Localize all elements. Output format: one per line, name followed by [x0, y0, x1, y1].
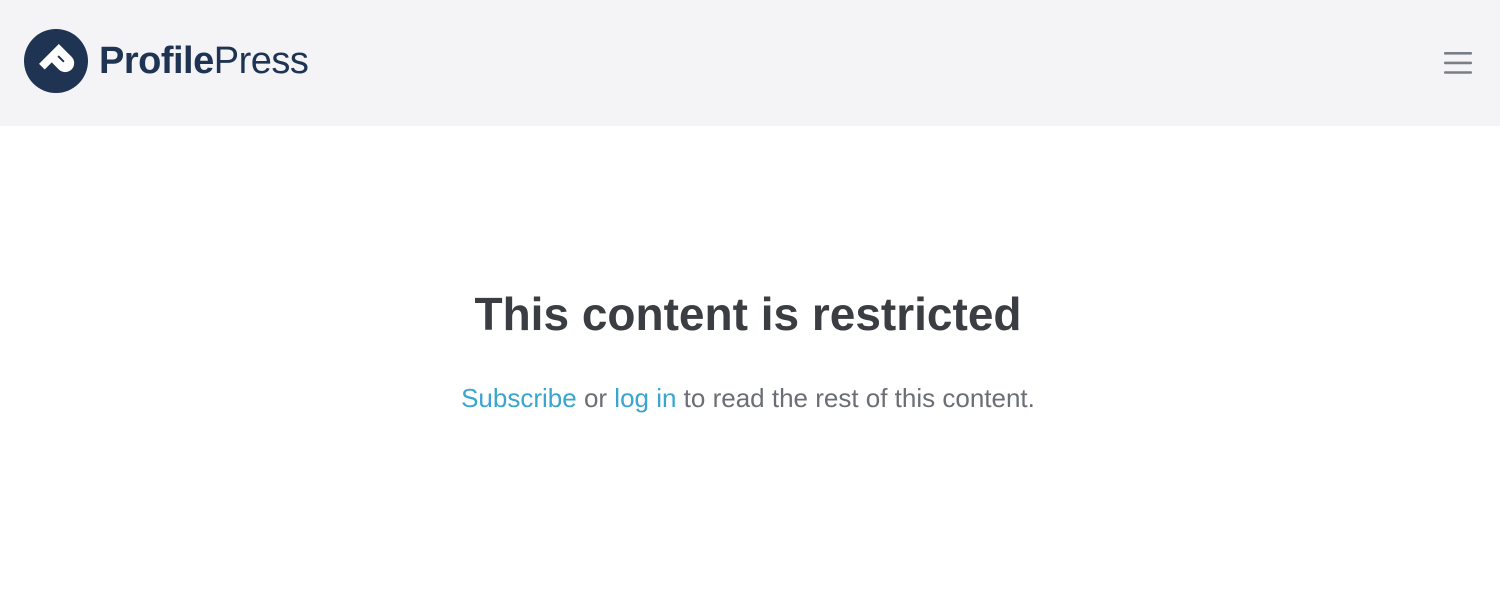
subscribe-link[interactable]: Subscribe — [461, 383, 577, 413]
rest-text: to read the rest of this content. — [676, 383, 1035, 413]
brand-name: ProfilePress — [99, 29, 309, 93]
restriction-message: Subscribe or log in to read the rest of … — [0, 380, 1496, 416]
brand-name-light: Press — [213, 40, 309, 82]
site-logo-link[interactable]: ProfilePress — [24, 29, 309, 93]
or-text: or — [576, 383, 615, 413]
menu-toggle-button[interactable] — [1440, 48, 1476, 78]
login-link[interactable]: log in — [614, 383, 676, 413]
restricted-content-area: This content is restricted Subscribe or … — [0, 126, 1500, 592]
brand-name-bold: Profile — [99, 40, 214, 82]
hamburger-menu-icon — [1444, 52, 1472, 74]
page-title: This content is restricted — [474, 288, 1022, 340]
site-header: ProfilePress — [0, 0, 1500, 126]
profilepress-logo-icon — [24, 29, 88, 93]
